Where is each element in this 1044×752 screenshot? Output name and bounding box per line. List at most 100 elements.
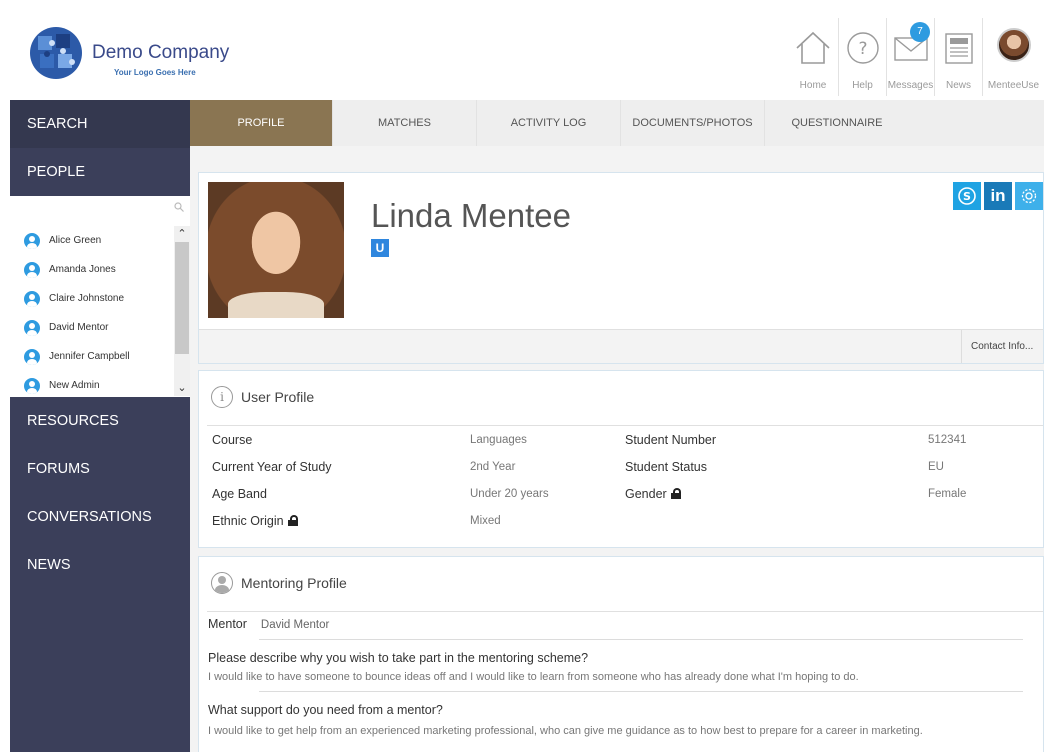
field-value-age-band: Under 20 years bbox=[470, 488, 549, 500]
home-icon bbox=[796, 31, 830, 64]
profile-photo bbox=[208, 182, 344, 318]
answer-2: I would like to get help from an experie… bbox=[208, 725, 923, 737]
person-name: Amanda Jones bbox=[49, 264, 116, 275]
divider bbox=[207, 611, 1043, 612]
field-gender: Gender bbox=[625, 487, 681, 501]
search-icon[interactable] bbox=[174, 202, 184, 212]
field-value-ethnic-origin: Mixed bbox=[470, 515, 501, 527]
field-label-age-band: Age Band bbox=[212, 487, 267, 501]
list-item[interactable]: Jennifer Campbell bbox=[10, 342, 174, 371]
field-value-year: 2nd Year bbox=[470, 461, 516, 473]
divider bbox=[207, 425, 1043, 426]
linkedin-button[interactable]: in bbox=[984, 182, 1012, 210]
messages-count-badge: 7 bbox=[910, 22, 930, 42]
mentoring-profile-title: Mentoring Profile bbox=[241, 575, 347, 591]
company-logo[interactable]: Demo Company Your Logo Goes Here bbox=[26, 24, 236, 84]
user-profile-card: i User Profile Course Languages Current … bbox=[198, 370, 1044, 548]
people-panel: Alice Green Amanda Jones Claire Johnston… bbox=[10, 196, 190, 397]
scroll-thumb[interactable] bbox=[175, 242, 189, 354]
list-item[interactable]: Amanda Jones bbox=[10, 255, 174, 284]
help-icon: ? bbox=[846, 32, 879, 64]
lock-icon bbox=[670, 488, 681, 499]
divider bbox=[259, 639, 1023, 640]
profile-name: Linda Mentee bbox=[371, 197, 571, 234]
top-navigation: Home ? Help 7 Messages News MenteeUse bbox=[788, 18, 1044, 98]
person-name: Alice Green bbox=[49, 235, 102, 246]
sidebar-item-news[interactable]: NEWS bbox=[10, 541, 190, 589]
people-list: Alice Green Amanda Jones Claire Johnston… bbox=[10, 226, 174, 400]
social-links: S in bbox=[953, 182, 1043, 210]
sidebar-item-forums[interactable]: FORUMS bbox=[10, 445, 190, 493]
people-search-input[interactable] bbox=[10, 196, 190, 222]
sidebar: SEARCH PEOPLE Alice Green Amanda Jones C… bbox=[10, 100, 190, 752]
contact-info-button[interactable]: Contact Info... bbox=[961, 330, 1043, 363]
list-item[interactable]: Alice Green bbox=[10, 226, 174, 255]
photo-face bbox=[252, 212, 300, 274]
mentor-value[interactable]: David Mentor bbox=[261, 619, 329, 631]
svg-text:?: ? bbox=[858, 39, 867, 59]
linkedin-icon: in bbox=[990, 186, 1006, 205]
answer-1: I would like to have someone to bounce i… bbox=[208, 671, 859, 683]
question-1: Please describe why you wish to take par… bbox=[208, 651, 589, 665]
lock-icon bbox=[287, 515, 298, 526]
list-item[interactable]: David Mentor bbox=[10, 313, 174, 342]
person-icon bbox=[211, 572, 233, 594]
list-item[interactable]: Claire Johnstone bbox=[10, 284, 174, 313]
skype-button[interactable]: S bbox=[953, 182, 981, 210]
nav-messages[interactable]: 7 Messages bbox=[886, 18, 934, 96]
nav-news[interactable]: News bbox=[934, 18, 982, 96]
sidebar-item-resources[interactable]: RESOURCES bbox=[10, 397, 190, 445]
tab-questionnaire[interactable]: QUESTIONNAIRE bbox=[765, 100, 909, 146]
chevron-down-icon[interactable]: ⌄ bbox=[174, 380, 190, 396]
field-label-year: Current Year of Study bbox=[212, 460, 332, 474]
photo-shirt bbox=[228, 292, 324, 318]
question-2: What support do you need from a mentor? bbox=[208, 703, 443, 717]
tab-documents-photos[interactable]: DOCUMENTS/PHOTOS bbox=[621, 100, 765, 146]
field-label-student-status: Student Status bbox=[625, 460, 708, 474]
gear-icon bbox=[1021, 188, 1037, 204]
user-profile-title: User Profile bbox=[241, 389, 315, 405]
company-name: Demo Company bbox=[92, 42, 230, 63]
field-label-ethnic-origin: Ethnic Origin bbox=[212, 514, 284, 528]
company-tagline: Your Logo Goes Here bbox=[114, 68, 196, 77]
user-role-badge: U bbox=[371, 239, 389, 257]
field-label-student-number: Student Number bbox=[625, 433, 717, 447]
skype-icon: S bbox=[958, 187, 976, 205]
mentor-row: Mentor David Mentor bbox=[208, 617, 329, 631]
settings-button[interactable] bbox=[1015, 182, 1043, 210]
person-icon bbox=[24, 232, 40, 249]
sidebar-item-conversations[interactable]: CONVERSATIONS bbox=[10, 493, 190, 541]
person-icon bbox=[24, 319, 40, 336]
field-value-student-number: 512341 bbox=[928, 434, 967, 446]
nav-home[interactable]: Home bbox=[788, 18, 838, 96]
tab-matches[interactable]: MATCHES bbox=[333, 100, 477, 146]
nav-messages-label: Messages bbox=[887, 80, 934, 91]
svg-text:S: S bbox=[963, 190, 971, 203]
field-value-course: Languages bbox=[470, 434, 527, 446]
person-name: New Admin bbox=[49, 380, 100, 391]
newspaper-icon bbox=[944, 33, 973, 64]
profile-card: Linda Mentee U S in Contact Info... bbox=[198, 172, 1044, 364]
logo-puzzle-icon bbox=[30, 27, 82, 79]
people-scrollbar[interactable]: ⌃ ⌄ bbox=[174, 226, 190, 396]
contact-bar: Contact Info... bbox=[199, 329, 1043, 363]
sidebar-item-people[interactable]: PEOPLE bbox=[10, 148, 190, 196]
sidebar-item-search[interactable]: SEARCH bbox=[10, 100, 190, 148]
nav-help[interactable]: ? Help bbox=[838, 18, 886, 96]
header: Demo Company Your Logo Goes Here Home ? … bbox=[0, 0, 1044, 100]
list-item[interactable]: New Admin bbox=[10, 371, 174, 400]
person-icon bbox=[24, 261, 40, 278]
nav-user[interactable]: MenteeUse bbox=[982, 18, 1044, 96]
person-name: Jennifer Campbell bbox=[49, 351, 130, 362]
chevron-up-icon[interactable]: ⌃ bbox=[174, 226, 190, 242]
mentoring-profile-card: Mentoring Profile Mentor David Mentor Ple… bbox=[198, 556, 1044, 752]
tab-activity-log[interactable]: ACTIVITY LOG bbox=[477, 100, 621, 146]
divider bbox=[259, 691, 1023, 692]
tab-profile[interactable]: PROFILE bbox=[190, 100, 333, 146]
mentoring-profile-header: Mentoring Profile bbox=[211, 571, 347, 595]
nav-help-label: Help bbox=[852, 80, 873, 91]
person-icon bbox=[24, 377, 40, 394]
person-icon bbox=[24, 348, 40, 365]
field-value-gender: Female bbox=[928, 488, 967, 500]
field-value-student-status: EU bbox=[928, 461, 944, 473]
